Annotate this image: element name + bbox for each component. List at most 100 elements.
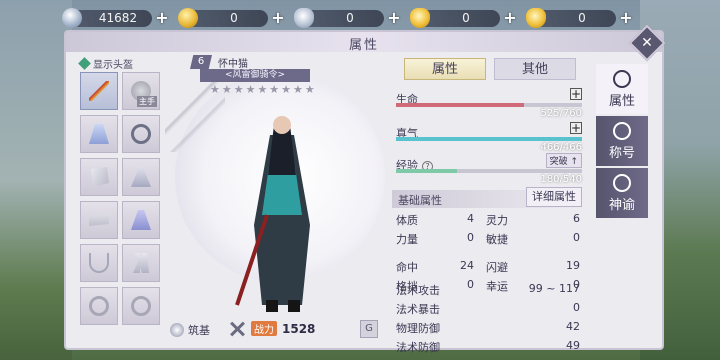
hp-bar-fill	[396, 103, 525, 107]
resource-silver: 41682 +	[58, 7, 174, 29]
gold-ingot-icon	[526, 8, 546, 28]
combat-power: 战力 1528	[228, 321, 315, 336]
breakthrough-label: 突破	[549, 157, 568, 167]
sidenav-titles[interactable]: 称号	[596, 116, 648, 166]
section-label: 基础属性	[398, 194, 442, 207]
attr-label: 法术防御	[396, 341, 440, 354]
belt-icon	[89, 214, 109, 226]
attr-label: 法术暴击	[396, 303, 440, 316]
resource-bar: 41682 + 0 + 0 + 0 + 0 +	[58, 7, 638, 31]
add-button[interactable]: +	[502, 10, 518, 26]
equip-slot-dress[interactable]	[122, 201, 160, 239]
cape-icon	[131, 167, 151, 187]
attr-value: 6	[573, 212, 580, 225]
character-level: 6	[190, 55, 212, 69]
exp-value: 180/540	[540, 174, 582, 185]
sidenav-attributes[interactable]: 属性	[596, 64, 648, 114]
sidenav-label: 称号	[608, 145, 635, 161]
character-title: <风雷御骑令>	[200, 69, 310, 82]
attr-value: 0	[573, 231, 580, 244]
attr-label: 法术攻击	[396, 284, 440, 297]
attr-label: 力量	[396, 233, 418, 246]
sash-icon	[91, 167, 109, 187]
equip-slot-necklace[interactable]	[80, 244, 118, 282]
gold-ingot-icon	[410, 8, 430, 28]
realm-indicator[interactable]: 筑基	[170, 322, 210, 338]
exp-bar-row: 经验? 突破 ↑ 180/540	[396, 153, 582, 185]
exp-bar	[396, 169, 582, 173]
mp-value: 466/466	[540, 142, 582, 153]
ring-icon	[131, 296, 151, 316]
bracelet-icon	[131, 124, 151, 144]
combat-attribute-table: 法术攻击 99 ~ 117 法术暴击 0 物理防御 42 法术防御 49	[396, 282, 580, 355]
attr-label: 物理防御	[396, 322, 440, 335]
attr-value: 49	[566, 339, 580, 352]
equip-slot-cape[interactable]	[122, 158, 160, 196]
character-model[interactable]	[232, 105, 332, 315]
equip-slot-weapon[interactable]	[80, 72, 118, 110]
add-button[interactable]: +	[386, 10, 402, 26]
realm-icon	[170, 323, 184, 337]
resource-value: 41682	[98, 11, 138, 25]
character-head	[273, 116, 291, 134]
equipment-grid: 主手	[80, 72, 162, 325]
tab-other[interactable]: 其他	[494, 58, 576, 80]
resource-gold-ingot-2: 0 +	[522, 7, 638, 29]
background-scene-left	[0, 0, 72, 360]
attr-label: 敏捷	[486, 233, 508, 246]
star-rating: ★★★★★★★★★	[210, 83, 317, 96]
gold-coin-icon	[178, 8, 198, 28]
power-badge: 战力	[251, 321, 277, 336]
character-boot-right	[288, 300, 300, 312]
attr-value: 99 ~ 117	[528, 282, 580, 295]
equip-slot-offhand[interactable]: 主手	[122, 72, 160, 110]
ring-icon	[89, 296, 109, 316]
mp-bar-fill	[396, 137, 582, 141]
hp-value: 525/760	[540, 108, 582, 119]
detail-attributes-button[interactable]: 详细属性	[526, 187, 582, 207]
character-boot-left	[266, 300, 278, 312]
equip-slot-ring-2[interactable]	[122, 287, 160, 325]
attr-value: 24	[460, 259, 474, 272]
equip-slot-armor[interactable]	[80, 115, 118, 153]
silver-coin-icon	[62, 8, 82, 28]
equip-slot-bracelet[interactable]	[122, 115, 160, 153]
boots-icon	[133, 253, 149, 273]
exp-bar-fill	[396, 169, 458, 173]
add-button[interactable]: +	[618, 10, 634, 26]
tab-attributes[interactable]: 属性	[404, 58, 486, 80]
close-icon: ✕	[641, 35, 653, 51]
show-helmet-toggle[interactable]: 显示头盔	[78, 56, 133, 71]
attr-value: 19	[566, 259, 580, 272]
necklace-icon	[89, 253, 109, 273]
hp-add-button[interactable]: +	[570, 88, 582, 100]
gear-shortcut-button[interactable]: G	[360, 320, 378, 338]
attr-label: 灵力	[486, 214, 508, 227]
title-icon	[613, 121, 631, 140]
mp-add-button[interactable]: +	[570, 122, 582, 134]
attr-value: 0	[467, 231, 474, 244]
attr-label: 命中	[396, 261, 418, 274]
resource-value: 0	[462, 11, 470, 25]
power-value: 1528	[282, 321, 316, 336]
checkbox-icon	[78, 57, 91, 70]
mp-bar-row: 真气 + 466/466	[396, 122, 582, 153]
attr-label: 闪避	[486, 261, 508, 274]
hp-bar-row: 生命 + 525/760	[396, 88, 582, 119]
breakthrough-button[interactable]: 突破 ↑	[545, 153, 582, 168]
character-name: 怀中猫	[218, 58, 248, 70]
resource-value: 0	[230, 11, 238, 25]
equip-slot-belt[interactable]	[80, 201, 118, 239]
add-button[interactable]: +	[270, 10, 286, 26]
dress-icon	[131, 210, 151, 230]
resource-gold-ingot: 0 +	[406, 7, 522, 29]
show-helmet-label: 显示头盔	[93, 60, 133, 71]
equip-slot-sash[interactable]	[80, 158, 118, 196]
mp-bar	[396, 137, 582, 141]
attr-label: 体质	[396, 214, 418, 227]
add-button[interactable]: +	[154, 10, 170, 26]
equip-slot-boots[interactable]	[122, 244, 160, 282]
sidenav-oracle[interactable]: 神谕	[596, 168, 648, 218]
character-name-row: 6 怀中猫	[190, 55, 320, 70]
equip-slot-ring-1[interactable]	[80, 287, 118, 325]
